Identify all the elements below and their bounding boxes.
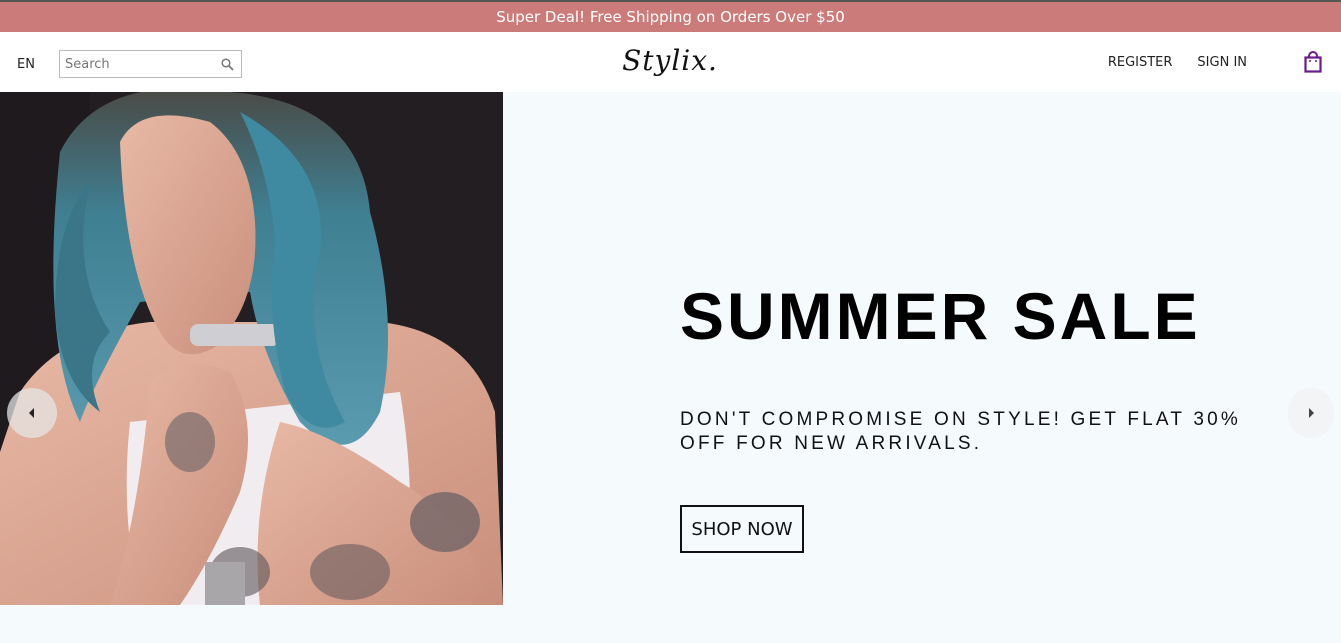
hero-slider: SUMMER SALE DON'T COMPROMISE ON STYLE! G… <box>0 92 1341 605</box>
shopping-bag-icon[interactable] <box>1304 51 1324 73</box>
announcement-text: Super Deal! Free Shipping on Orders Over… <box>496 8 845 26</box>
nav-left: EN <box>17 50 242 78</box>
announcement-bar: Super Deal! Free Shipping on Orders Over… <box>0 2 1341 32</box>
hero-title: SUMMER SALE <box>680 279 1201 353</box>
language-selector[interactable]: EN <box>17 57 59 72</box>
search-input[interactable] <box>65 56 215 72</box>
search-container[interactable] <box>59 50 242 78</box>
arrow-left-icon[interactable] <box>7 388 57 438</box>
search-icon[interactable] <box>221 57 235 71</box>
hero-model-image <box>0 92 503 605</box>
register-link[interactable]: REGISTER <box>1108 55 1173 70</box>
nav-right: REGISTER SIGN IN <box>1108 32 1341 92</box>
signin-link[interactable]: SIGN IN <box>1197 55 1247 70</box>
navbar: EN Stylix. REGISTER SIGN IN <box>0 32 1341 92</box>
shop-now-button[interactable]: SHOP NOW <box>680 505 804 553</box>
arrow-right-icon[interactable] <box>1288 388 1334 438</box>
hero-subtitle: DON'T COMPROMISE ON STYLE! GET FLAT 30% … <box>680 409 1241 454</box>
site-logo[interactable]: Stylix. <box>600 44 740 77</box>
